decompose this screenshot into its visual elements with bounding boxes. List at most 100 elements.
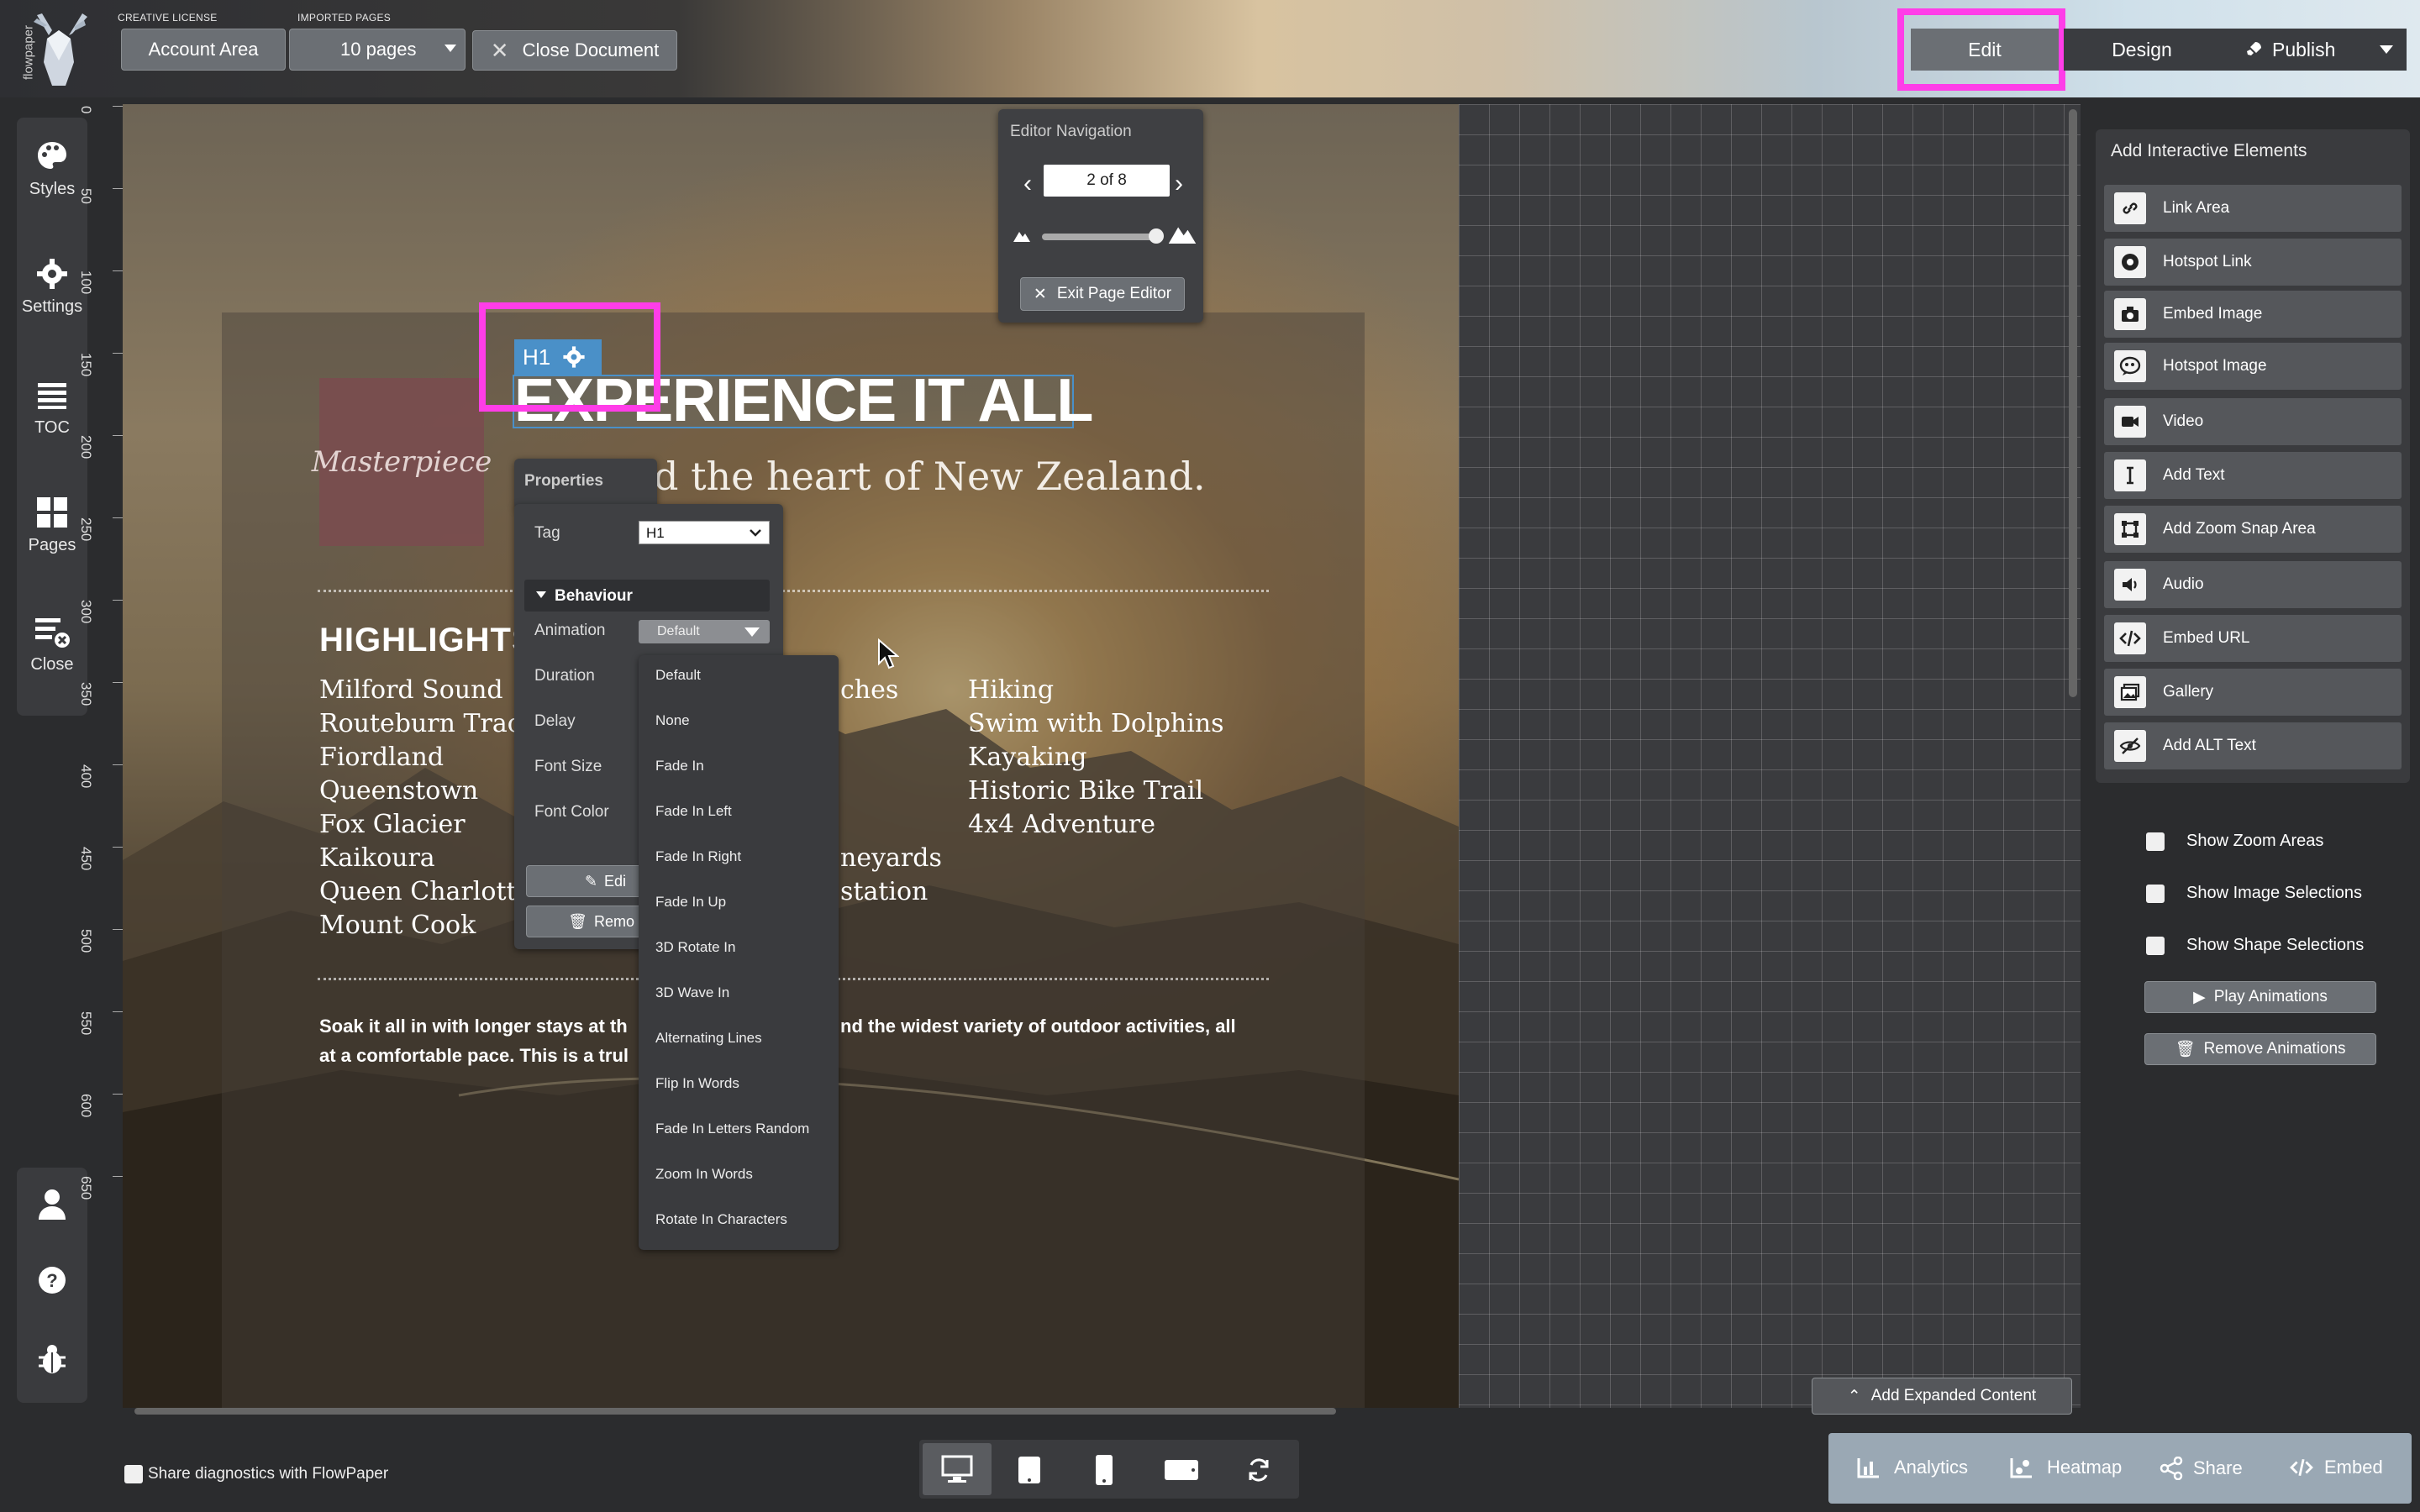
page-subheadline[interactable]: d the heart of New Zealand. bbox=[654, 454, 1206, 499]
embed-button[interactable]: Embed bbox=[2289, 1457, 2383, 1478]
exit-page-editor-button[interactable]: ✕ Exit Page Editor bbox=[1020, 277, 1185, 311]
sidebar-item-close[interactable]: Close bbox=[17, 615, 87, 675]
remove-animations-button[interactable]: 🗑 Remove Animations bbox=[2144, 1033, 2376, 1065]
play-animations-button[interactable]: ▶ Play Animations bbox=[2144, 981, 2376, 1013]
zoom-slider-track[interactable] bbox=[1042, 234, 1160, 240]
zoom-area-icon bbox=[2122, 521, 2139, 538]
code-icon bbox=[2119, 630, 2141, 647]
refresh-icon[interactable] bbox=[1245, 1457, 1272, 1483]
remove-element-button[interactable]: 🗑 Remo bbox=[526, 906, 644, 937]
dropdown-option[interactable]: 3D Rotate In bbox=[655, 939, 735, 956]
add-alt-text-item[interactable]: Add ALT Text bbox=[2104, 722, 2402, 769]
animation-dropdown-menu: Default None Fade In Fade In Left Fade I… bbox=[639, 655, 839, 1250]
add-embed-url-item[interactable]: Embed URL bbox=[2104, 615, 2402, 662]
top-toolbar: flowpaper CREATIVE LICENSE Account Area … bbox=[0, 0, 2420, 97]
show-shape-selections-option[interactable]: Show Shape Selections bbox=[2146, 936, 2364, 955]
list-item: Fox Glacier bbox=[319, 810, 466, 839]
play-animations-label: Play Animations bbox=[2213, 988, 2328, 1005]
phone-icon[interactable] bbox=[1094, 1453, 1114, 1487]
dropdown-option[interactable]: None bbox=[655, 712, 690, 729]
sidebar-item-toc[interactable]: TOC bbox=[17, 378, 87, 438]
add-embed-image-item[interactable]: Embed Image bbox=[2104, 291, 2402, 338]
desktop-view-button[interactable] bbox=[923, 1443, 992, 1495]
heatmap-label: Heatmap bbox=[2047, 1457, 2123, 1478]
add-gallery-item[interactable]: Gallery bbox=[2104, 669, 2402, 716]
bug-icon[interactable] bbox=[37, 1342, 67, 1376]
add-expanded-content-button[interactable]: ⌃ Add Expanded Content bbox=[1812, 1378, 2072, 1415]
show-image-selections-option[interactable]: Show Image Selections bbox=[2146, 884, 2362, 903]
item-label: Add ALT Text bbox=[2163, 737, 2256, 754]
vertical-scrollbar[interactable] bbox=[2069, 109, 2077, 697]
interactive-elements-list: Link Area Hotspot Link Embed Image Hotsp… bbox=[2096, 129, 2410, 783]
dropdown-option[interactable]: 3D Wave In bbox=[655, 984, 729, 1001]
zoom-slider-thumb[interactable] bbox=[1148, 228, 1164, 244]
list-icon bbox=[38, 383, 66, 409]
animation-select[interactable]: Default bbox=[639, 620, 770, 643]
tablet-icon[interactable] bbox=[1017, 1455, 1042, 1485]
dropdown-option[interactable]: Fade In Up bbox=[655, 894, 726, 911]
analytics-button[interactable]: Analytics bbox=[1857, 1457, 1968, 1478]
add-hotspot-image-item[interactable]: Hotspot Image bbox=[2104, 343, 2402, 390]
landscape-icon[interactable] bbox=[1163, 1458, 1200, 1482]
account-area-button[interactable]: Account Area bbox=[121, 29, 286, 71]
dropdown-option[interactable]: Default bbox=[655, 667, 701, 684]
diagnostics-checkbox[interactable] bbox=[124, 1465, 143, 1483]
edit-text-label: Edi bbox=[603, 872, 626, 890]
add-link-area-item[interactable]: Link Area bbox=[2104, 185, 2402, 232]
list-item: Queenstown bbox=[319, 776, 479, 806]
add-text-item[interactable]: Add Text bbox=[2104, 452, 2402, 499]
publish-label: Publish bbox=[2272, 38, 2336, 60]
dropdown-option[interactable]: Zoom In Words bbox=[655, 1166, 753, 1183]
list-item: Queen Charlott bbox=[319, 877, 517, 906]
user-icon[interactable] bbox=[37, 1188, 67, 1221]
item-label: Video bbox=[2163, 412, 2204, 430]
close-document-button[interactable]: ✕ Close Document bbox=[472, 30, 677, 71]
left-sidebar: Styles Settings TOC Pages Close bbox=[17, 118, 87, 716]
add-audio-item[interactable]: Audio bbox=[2104, 561, 2402, 608]
add-zoom-snap-area-item[interactable]: Add Zoom Snap Area bbox=[2104, 506, 2402, 553]
dropdown-option[interactable]: Fade In Left bbox=[655, 803, 732, 820]
show-zoom-areas-option[interactable]: Show Zoom Areas bbox=[2146, 832, 2323, 851]
dropdown-option[interactable]: Fade In bbox=[655, 758, 704, 774]
publish-dropdown-icon[interactable] bbox=[2380, 45, 2393, 54]
share-button[interactable]: Share bbox=[2160, 1457, 2243, 1480]
tag-select[interactable]: H1 bbox=[639, 521, 770, 544]
footer-actions-bar: Analytics Heatmap Share Embed bbox=[1828, 1433, 2412, 1504]
share-icon bbox=[2160, 1457, 2183, 1480]
animation-select-value: Default bbox=[657, 624, 700, 638]
pages-select[interactable]: 10 pages bbox=[289, 29, 466, 71]
paragraph-line: Soak it all in with longer stays at th bbox=[319, 1016, 628, 1037]
next-page-icon[interactable]: › bbox=[1175, 170, 1183, 198]
prev-page-icon[interactable]: ‹ bbox=[1023, 170, 1032, 198]
add-video-item[interactable]: Video bbox=[2104, 398, 2402, 445]
horizontal-scrollbar[interactable] bbox=[134, 1408, 1336, 1415]
dropdown-option[interactable]: Flip In Words bbox=[655, 1075, 739, 1092]
sidebar-label-settings: Settings bbox=[21, 297, 83, 316]
help-icon[interactable]: ? bbox=[37, 1265, 67, 1295]
item-label: Hotspot Image bbox=[2163, 357, 2267, 375]
show-zoom-areas-checkbox[interactable] bbox=[2146, 832, 2165, 851]
dropdown-option[interactable]: Rotate In Characters bbox=[655, 1211, 787, 1228]
diagnostics-option[interactable]: Share diagnostics with FlowPaper bbox=[124, 1465, 388, 1483]
show-image-selections-checkbox[interactable] bbox=[2146, 884, 2165, 903]
heatmap-button[interactable]: Heatmap bbox=[2010, 1457, 2122, 1478]
edit-text-button[interactable]: ✎ Edi bbox=[526, 865, 644, 897]
dropdown-option[interactable]: Fade In Right bbox=[655, 848, 741, 865]
show-image-selections-label: Show Image Selections bbox=[2186, 884, 2363, 902]
highlights-title[interactable]: HIGHLIGHTS bbox=[319, 622, 535, 659]
masterpiece-logo[interactable]: Masterpiece bbox=[312, 378, 492, 546]
add-expanded-content-label: Add Expanded Content bbox=[1870, 1387, 2037, 1404]
behaviour-section-header[interactable]: Behaviour bbox=[524, 580, 770, 612]
design-mode-button[interactable]: Design bbox=[2064, 29, 2220, 71]
dropdown-option[interactable]: Alternating Lines bbox=[655, 1030, 762, 1047]
show-shape-selections-checkbox[interactable] bbox=[2146, 936, 2165, 955]
publish-button[interactable]: Publish bbox=[2220, 29, 2407, 71]
brand-wordmark: flowpaper bbox=[21, 24, 36, 81]
list-item: Historic Bike Trail bbox=[968, 776, 1204, 806]
paragraph-line: nd the widest variety of outdoor activit… bbox=[840, 1016, 1236, 1037]
dropdown-option[interactable]: Fade In Letters Random bbox=[655, 1121, 809, 1137]
close-icon: ✕ bbox=[1033, 285, 1047, 303]
add-hotspot-link-item[interactable]: Hotspot Link bbox=[2104, 239, 2402, 286]
desktop-icon bbox=[941, 1455, 973, 1483]
caret-down-icon bbox=[536, 591, 546, 598]
